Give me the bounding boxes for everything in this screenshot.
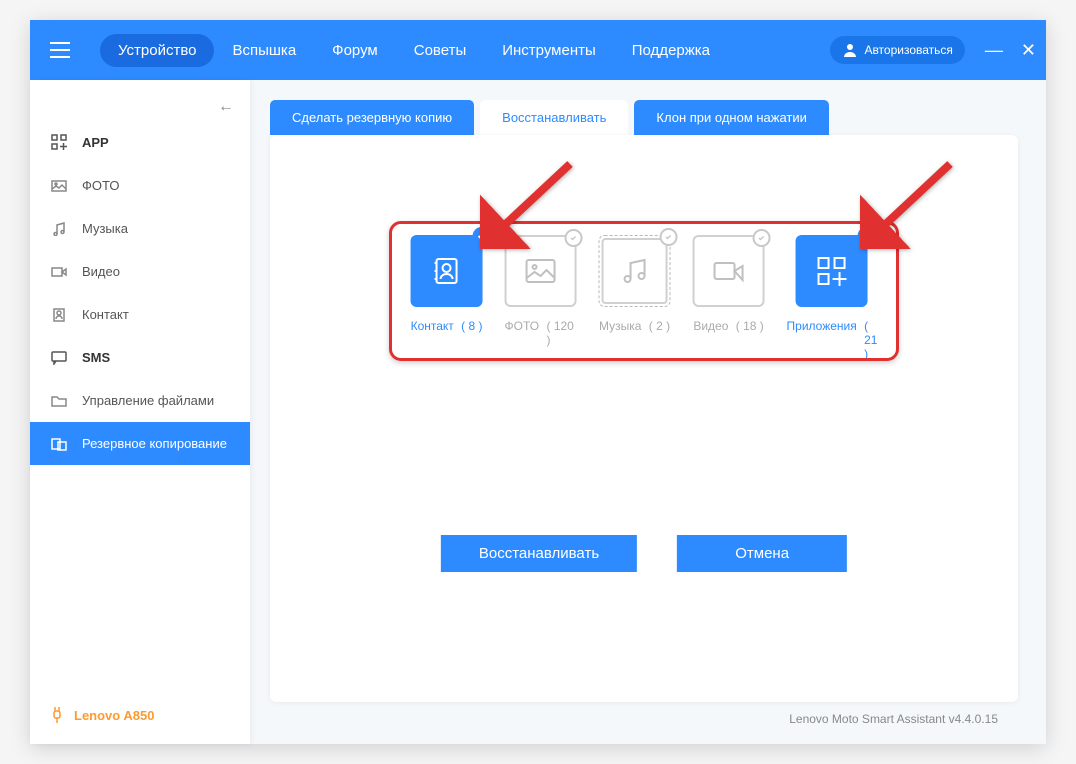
- photo-icon: [50, 180, 68, 192]
- action-buttons: Восстанавливать Отмена: [441, 535, 847, 572]
- panel: Контакт ( 8 ) ФОТО ( 120 ): [270, 135, 1018, 702]
- sidebar-item-label: Музыка: [82, 221, 128, 236]
- sidebar-item-app[interactable]: APP: [30, 120, 250, 164]
- sidebar-items: APP ФОТО Музыка Видео Контакт: [30, 80, 250, 465]
- card-label: Приложения ( 21 ): [787, 319, 878, 361]
- user-icon: [842, 42, 858, 58]
- card-label: Контакт ( 8 ): [411, 319, 483, 333]
- contact-card-icon: [431, 255, 463, 287]
- card-apps[interactable]: Приложения ( 21 ): [787, 235, 878, 361]
- nav-device[interactable]: Устройство: [100, 34, 214, 67]
- sidebar-item-music[interactable]: Музыка: [30, 207, 250, 250]
- check-badge-icon: [858, 227, 876, 245]
- tab-clone[interactable]: Клон при одном нажатии: [634, 100, 828, 135]
- card-box: [599, 235, 671, 307]
- window-controls: — ✕: [985, 40, 1036, 61]
- card-box: [411, 235, 483, 307]
- device-name: Lenovo A850: [74, 708, 154, 723]
- unchecked-badge-icon: [753, 229, 771, 247]
- music-card-icon: [621, 257, 649, 285]
- photo-card-icon: [525, 258, 557, 284]
- card-box: [693, 235, 765, 307]
- card-box: [796, 235, 868, 307]
- device-indicator[interactable]: Lenovo A850: [30, 686, 250, 744]
- sidebar-item-video[interactable]: Видео: [30, 250, 250, 293]
- contact-icon: [50, 308, 68, 322]
- plug-icon: [50, 706, 64, 724]
- check-badge-icon: [473, 227, 491, 245]
- sidebar-item-label: Управление файлами: [82, 393, 214, 408]
- sidebar-item-files[interactable]: Управление файлами: [30, 379, 250, 422]
- close-button[interactable]: ✕: [1021, 40, 1036, 61]
- sms-icon: [50, 351, 68, 365]
- menu-hamburger-icon[interactable]: [40, 42, 80, 58]
- nav-tips[interactable]: Советы: [396, 34, 484, 67]
- login-button[interactable]: Авторизоваться: [830, 36, 964, 64]
- nav-tools[interactable]: Инструменты: [484, 34, 614, 67]
- sidebar-item-label: Резервное копирование: [82, 436, 227, 451]
- video-icon: [50, 266, 68, 278]
- login-label: Авторизоваться: [864, 43, 952, 57]
- card-label: ФОТО ( 120 ): [505, 319, 577, 347]
- tabs: Сделать резервную копию Восстанавливать …: [270, 100, 1018, 135]
- minimize-button[interactable]: —: [985, 40, 1003, 61]
- nav-forum[interactable]: Форум: [314, 34, 396, 67]
- unchecked-badge-icon: [565, 229, 583, 247]
- sidebar-item-contact[interactable]: Контакт: [30, 293, 250, 336]
- card-video[interactable]: Видео ( 18 ): [693, 235, 765, 361]
- card-music[interactable]: Музыка ( 2 ): [599, 235, 671, 361]
- sidebar-item-label: Видео: [82, 264, 120, 279]
- cancel-button[interactable]: Отмена: [677, 535, 847, 572]
- card-label: Музыка ( 2 ): [599, 319, 670, 333]
- footer-version: Lenovo Moto Smart Assistant v4.4.0.15: [270, 702, 1018, 734]
- sidebar-item-backup[interactable]: Резервное копирование: [30, 422, 250, 465]
- card-photo[interactable]: ФОТО ( 120 ): [505, 235, 577, 361]
- nav-support[interactable]: Поддержка: [614, 34, 728, 67]
- card-box: [505, 235, 577, 307]
- video-card-icon: [713, 259, 745, 283]
- grid-plus-icon: [50, 134, 68, 150]
- top-nav: Устройство Вспышка Форум Советы Инструме…: [100, 34, 728, 67]
- folder-icon: [50, 395, 68, 407]
- sidebar-item-label: SMS: [82, 350, 110, 365]
- music-icon: [50, 222, 68, 236]
- tab-restore[interactable]: Восстанавливать: [480, 100, 628, 135]
- sidebar-item-sms[interactable]: SMS: [30, 336, 250, 379]
- restore-button[interactable]: Восстанавливать: [441, 535, 637, 572]
- nav-flash[interactable]: Вспышка: [214, 34, 314, 67]
- sidebar-item-label: Контакт: [82, 307, 129, 322]
- topbar: Устройство Вспышка Форум Советы Инструме…: [30, 20, 1046, 80]
- tab-backup[interactable]: Сделать резервную копию: [270, 100, 474, 135]
- apps-card-icon: [817, 256, 847, 286]
- app-window: Устройство Вспышка Форум Советы Инструме…: [30, 20, 1046, 744]
- unchecked-badge-icon: [660, 228, 678, 246]
- category-cards: Контакт ( 8 ) ФОТО ( 120 ): [411, 235, 878, 361]
- sidebar-item-label: ФОТО: [82, 178, 119, 193]
- card-label: Видео ( 18 ): [693, 319, 763, 333]
- main-content: Сделать резервную копию Восстанавливать …: [250, 80, 1046, 744]
- card-contact[interactable]: Контакт ( 8 ): [411, 235, 483, 361]
- body: ← APP ФОТО Музыка Видео: [30, 80, 1046, 744]
- sidebar-item-photo[interactable]: ФОТО: [30, 164, 250, 207]
- sidebar: ← APP ФОТО Музыка Видео: [30, 80, 250, 744]
- backup-icon: [50, 437, 68, 451]
- sidebar-back-icon[interactable]: ←: [218, 98, 234, 116]
- sidebar-item-label: APP: [82, 135, 109, 150]
